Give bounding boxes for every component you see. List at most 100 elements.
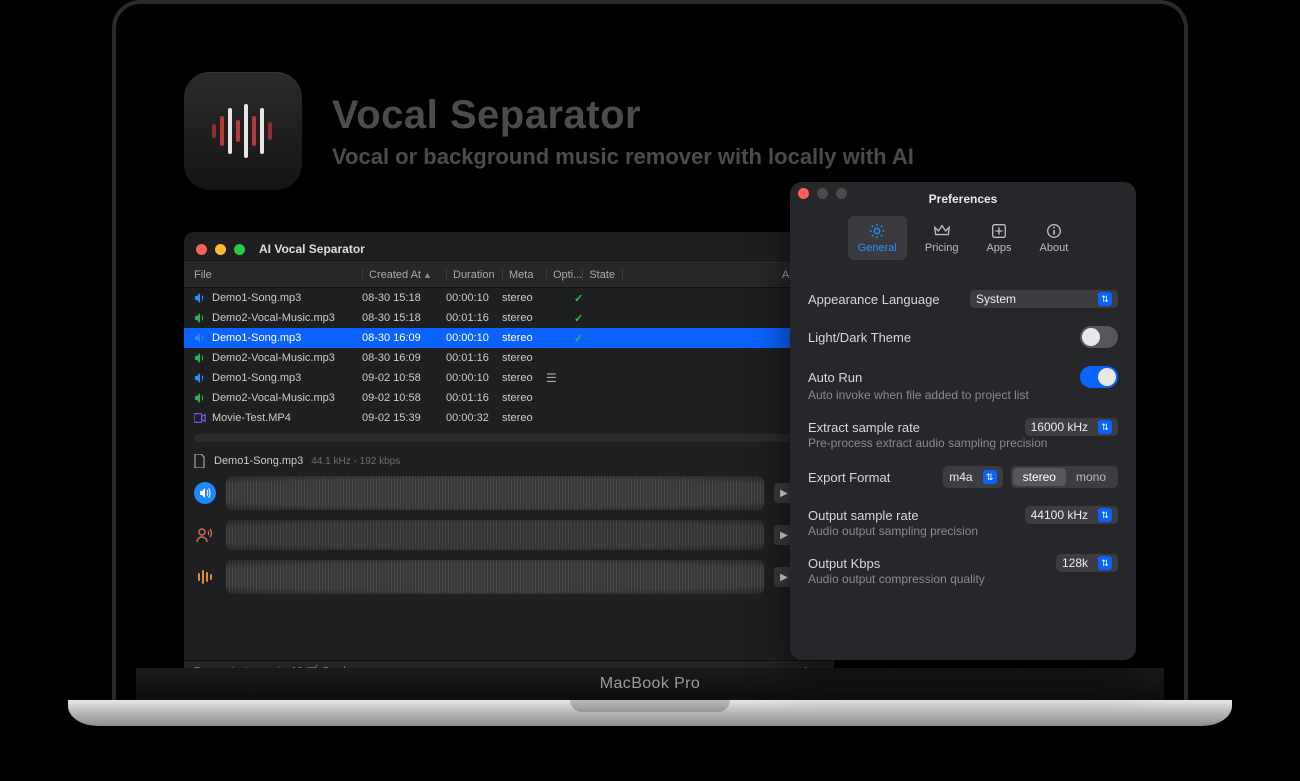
chevrons-icon: ⇅ [983, 470, 997, 484]
audio-icon [194, 312, 206, 324]
chevrons-icon: ⇅ [1098, 420, 1112, 434]
theme-label: Light/Dark Theme [808, 330, 911, 345]
video-icon [194, 412, 206, 424]
col-state[interactable]: State [582, 269, 622, 281]
equalizer-icon[interactable] [194, 566, 216, 588]
table-row[interactable]: Demo2-Vocal-Music.mp308-30 15:1800:01:16… [184, 308, 834, 328]
check-icon: ✓ [574, 333, 583, 345]
file-name: Demo1-Song.mp3 [212, 332, 301, 344]
output-kbps-select[interactable]: 128k ⇅ [1056, 554, 1118, 572]
tab-general[interactable]: General [848, 216, 907, 260]
audio-icon [194, 392, 206, 404]
playback-file-name: Demo1-Song.mp3 [214, 455, 303, 467]
zoom-button[interactable] [836, 188, 847, 199]
created-at: 08-30 16:09 [362, 332, 446, 344]
file-name: Demo2-Vocal-Music.mp3 [212, 352, 335, 364]
speaker-icon[interactable] [194, 482, 216, 504]
col-duration[interactable]: Duration [446, 269, 502, 281]
duration: 00:00:10 [446, 372, 502, 384]
track-music: ▶ ⋯ [194, 560, 824, 594]
waveform-icon [208, 104, 278, 158]
seg-stereo[interactable]: stereo [1013, 468, 1066, 486]
extract-rate-select[interactable]: 16000 kHz ⇅ [1025, 418, 1118, 436]
theme-toggle[interactable] [1080, 326, 1118, 348]
chevrons-icon: ⇅ [1098, 508, 1112, 522]
meta: stereo [502, 412, 546, 424]
prefs-tabs: General Pricing Apps About [790, 210, 1136, 272]
waveform-vocal[interactable] [226, 520, 764, 550]
person-voice-icon[interactable] [194, 524, 216, 546]
col-meta[interactable]: Meta [502, 269, 546, 281]
export-format-select[interactable]: m4a ⇅ [943, 466, 1002, 488]
table-row[interactable]: Movie-Test.MP409-02 15:3900:00:32stereo [184, 408, 834, 428]
macbook-notch [570, 700, 730, 712]
output-kbps-label: Output Kbps [808, 556, 880, 571]
created-at: 08-30 16:09 [362, 352, 446, 364]
minimize-button[interactable] [817, 188, 828, 199]
seg-mono[interactable]: mono [1066, 468, 1116, 486]
duration: 00:01:16 [446, 312, 502, 324]
export-channels-segmented[interactable]: stereo mono [1011, 466, 1118, 488]
prefs-title: Preferences [929, 192, 998, 206]
crown-icon [933, 222, 951, 240]
playback-panel: Demo1-Song.mp3 44.1 kHz - 192 kbps ▶ ⋯ [184, 446, 834, 594]
hero-title: Vocal Separator [332, 93, 914, 138]
duration: 00:00:10 [446, 292, 502, 304]
preferences-window: Preferences General Pricing Apps About A… [790, 182, 1136, 660]
appearance-language-select[interactable]: System ⇅ [970, 290, 1118, 308]
table-row[interactable]: Demo1-Song.mp3 09-02 10:5800:00:10stereo☰ [184, 368, 834, 388]
appearance-language-label: Appearance Language [808, 292, 940, 307]
output-rate-select[interactable]: 44100 kHz ⇅ [1025, 506, 1118, 524]
meta: stereo [502, 372, 546, 384]
autorun-sub: Auto invoke when file added to project l… [808, 388, 1118, 402]
table-row[interactable]: Demo2-Vocal-Music.mp3 08-30 16:0900:01:16… [184, 348, 834, 368]
minimize-button[interactable] [215, 244, 226, 255]
waveform-original[interactable] [226, 476, 764, 510]
tab-about[interactable]: About [1030, 216, 1079, 260]
meta: stereo [502, 392, 546, 404]
col-created-at[interactable]: Created At▲ [362, 269, 446, 281]
duration: 00:00:10 [446, 332, 502, 344]
col-options[interactable]: Opti... [546, 269, 582, 281]
table-header: File Created At▲ Duration Meta Opti... S… [184, 262, 834, 288]
duration: 00:01:16 [446, 392, 502, 404]
close-button[interactable] [798, 188, 809, 199]
options-icon[interactable]: ☰ [546, 371, 557, 385]
zoom-button[interactable] [234, 244, 245, 255]
apps-icon [990, 222, 1008, 240]
waveform-music[interactable] [226, 560, 764, 594]
audio-icon [194, 332, 206, 344]
horizontal-scrollbar[interactable] [194, 434, 824, 442]
prefs-titlebar: Preferences [790, 182, 1136, 210]
meta: stereo [502, 292, 546, 304]
file-name: Demo2-Vocal-Music.mp3 [212, 312, 335, 324]
close-button[interactable] [196, 244, 207, 255]
file-table: Demo1-Song.mp308-30 15:1800:00:10stereo✓… [184, 288, 834, 428]
autorun-toggle[interactable] [1080, 366, 1118, 388]
table-row[interactable]: Demo2-Vocal-Music.mp309-02 10:5800:01:16… [184, 388, 834, 408]
col-file[interactable]: File [194, 269, 362, 281]
meta: stereo [502, 312, 546, 324]
output-rate-sub: Audio output sampling precision [808, 524, 1118, 538]
autorun-label: Auto Run [808, 370, 862, 385]
file-icon [194, 454, 206, 468]
duration: 00:01:16 [446, 352, 502, 364]
table-row[interactable]: Demo1-Song.mp308-30 15:1800:00:10stereo✓ [184, 288, 834, 308]
audio-icon [194, 292, 206, 304]
file-name: Demo1-Song.mp3 [212, 372, 301, 384]
tab-apps[interactable]: Apps [976, 216, 1021, 260]
extract-rate-sub: Pre-process extract audio sampling preci… [808, 436, 1118, 450]
hero: Vocal Separator Vocal or background musi… [184, 72, 914, 190]
playback-file-meta: 44.1 kHz - 192 kbps [311, 456, 400, 467]
tab-pricing[interactable]: Pricing [915, 216, 969, 260]
audio-icon [194, 352, 206, 364]
created-at: 08-30 15:18 [362, 292, 446, 304]
main-window-controls: AI Vocal Separator [184, 232, 834, 262]
created-at: 09-02 10:58 [362, 372, 446, 384]
meta: stereo [502, 352, 546, 364]
track-vocal: ▶ ⋯ [194, 520, 824, 550]
export-format-label: Export Format [808, 470, 890, 485]
main-app-window: AI Vocal Separator File Created At▲ Dura… [184, 232, 834, 682]
table-row[interactable]: Demo1-Song.mp308-30 16:0900:00:10stereo✓ [184, 328, 834, 348]
output-rate-label: Output sample rate [808, 508, 919, 523]
